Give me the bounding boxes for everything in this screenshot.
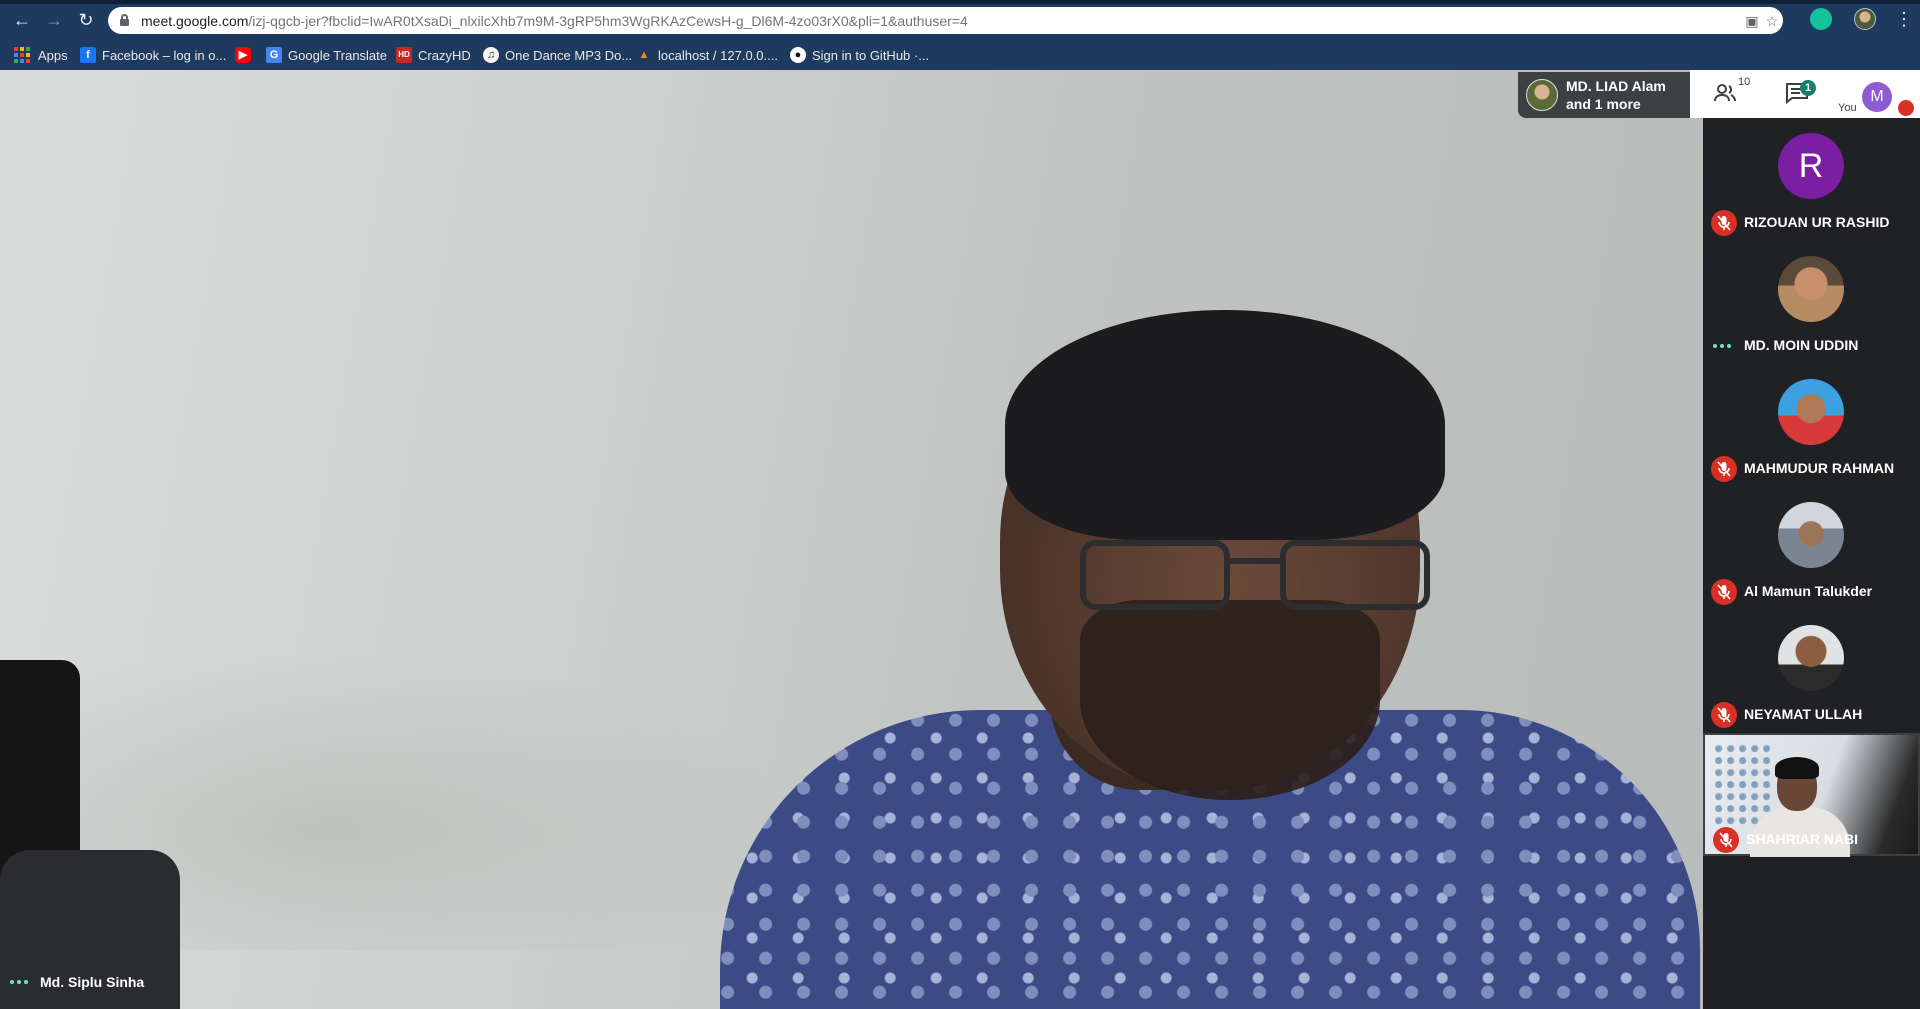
main-video[interactable] (0, 70, 1703, 1009)
glasses-bridge (1230, 558, 1280, 564)
browser-menu-icon[interactable]: ⋮ (1895, 8, 1913, 32)
music-icon: ♫ (483, 47, 499, 63)
participant-name: SHAHRIAR NABI (1746, 831, 1858, 847)
lock-icon (120, 14, 129, 26)
participant-tile[interactable]: Al Mamun Talukder (1703, 487, 1920, 610)
mic-off-icon (1711, 456, 1737, 482)
talking-indicator-icon (10, 980, 28, 984)
phpmyadmin-icon: ▲ (638, 49, 650, 61)
forward-button[interactable]: → (42, 8, 66, 32)
bookmark-one-dance[interactable]: ♫ One Dance MP3 Do... (483, 44, 632, 66)
presenter-chip[interactable]: MD. LIAD Alam and 1 more (1518, 72, 1691, 118)
bookmarks-bar: Apps f Facebook – log in o... ▶ G Google… (0, 40, 1920, 70)
back-button[interactable]: ← (10, 8, 34, 32)
presenter-more: and 1 more (1566, 96, 1641, 112)
participant-video-tile[interactable]: SHAHRIAR NABI (1703, 733, 1920, 857)
address-bar[interactable]: meet.google.com/izj-qgcb-jer?fbclid=IwAR… (108, 7, 1783, 34)
participant-name: NEYAMAT ULLAH (1744, 706, 1863, 722)
speaker-person (720, 240, 1703, 1009)
bookmark-github[interactable]: ● Sign in to GitHub ·... (790, 44, 929, 66)
meeting-topbar: 10 1 M You (1690, 70, 1920, 118)
lens-left (1080, 540, 1230, 610)
bookmark-crazyhd[interactable]: HD CrazyHD (396, 44, 471, 66)
mic-off-icon (1711, 702, 1737, 728)
participant-name: MD. MOIN UDDIN (1744, 337, 1859, 353)
grammarly-icon[interactable] (1810, 8, 1832, 30)
presenter-name: MD. LIAD Alam (1566, 78, 1666, 94)
google-translate-icon: G (266, 47, 282, 63)
bookmark-star-icon[interactable]: ☆ (1763, 12, 1781, 30)
camera-blocked-icon[interactable]: ▣ (1743, 12, 1761, 30)
chat-unread-badge: 1 (1800, 80, 1816, 96)
participant-avatar (1778, 379, 1844, 445)
participant-avatar (1778, 256, 1844, 322)
participant-avatar (1778, 502, 1844, 568)
presenter-avatar (1526, 79, 1558, 111)
github-icon: ● (790, 47, 806, 63)
bookmark-facebook[interactable]: f Facebook – log in o... (80, 44, 226, 66)
bookmark-youtube[interactable]: ▶ (235, 44, 257, 66)
mic-off-icon (1711, 579, 1737, 605)
people-icon (1714, 84, 1736, 102)
facebook-icon: f (80, 47, 96, 63)
participant-tile[interactable]: NEYAMAT ULLAH (1703, 610, 1920, 733)
participant-avatar: R (1778, 133, 1844, 199)
participant-avatar (1778, 625, 1844, 691)
bookmark-google-translate[interactable]: G Google Translate (266, 44, 387, 66)
profile-avatar[interactable] (1854, 8, 1876, 30)
participant-name: Al Mamun Talukder (1744, 583, 1873, 599)
wall-decoration (1715, 745, 1775, 825)
participants-sidebar: R RIZOUAN UR RASHID MD. MOIN UDDIN MAHMU… (1703, 118, 1920, 1009)
participant-name: MAHMUDUR RAHMAN (1744, 460, 1895, 476)
self-mic-off-icon (1898, 100, 1914, 116)
bookmark-apps[interactable]: Apps (14, 44, 68, 66)
hair (1005, 310, 1445, 540)
participant-name: RIZOUAN UR RASHID (1744, 214, 1890, 230)
lens-right (1280, 540, 1430, 610)
participant-tile[interactable]: MAHMUDUR RAHMAN (1703, 364, 1920, 487)
main-speaker-label: Md. Siplu Sinha (10, 974, 144, 990)
self-avatar[interactable]: M (1862, 82, 1892, 112)
people-button[interactable]: 10 (1712, 76, 1750, 108)
participant-tile[interactable]: MD. MOIN UDDIN (1703, 241, 1920, 364)
mic-off-icon (1713, 827, 1739, 853)
participant-hair (1775, 757, 1819, 779)
bookmark-localhost[interactable]: ▲ localhost / 127.0.0.... (636, 44, 778, 66)
presenter-text: MD. LIAD Alam and 1 more (1566, 77, 1666, 113)
participant-tile[interactable]: R RIZOUAN UR RASHID (1703, 118, 1920, 241)
beard (1080, 600, 1380, 800)
reload-button[interactable]: ↻ (74, 8, 98, 32)
talking-indicator-icon (1713, 344, 1731, 348)
crazyhd-icon: HD (396, 47, 412, 63)
people-count: 10 (1738, 76, 1751, 88)
self-label: You (1838, 102, 1857, 114)
glasses (1080, 540, 1460, 620)
browser-chrome: ← → ↻ meet.google.com/izj-qgcb-jer?fbcli… (0, 0, 1920, 70)
youtube-icon: ▶ (235, 47, 251, 63)
apps-grid-icon (14, 47, 30, 63)
url-text: meet.google.com/izj-qgcb-jer?fbclid=IwAR… (141, 13, 968, 29)
mic-off-icon (1711, 210, 1737, 236)
title-strip (0, 0, 1920, 4)
